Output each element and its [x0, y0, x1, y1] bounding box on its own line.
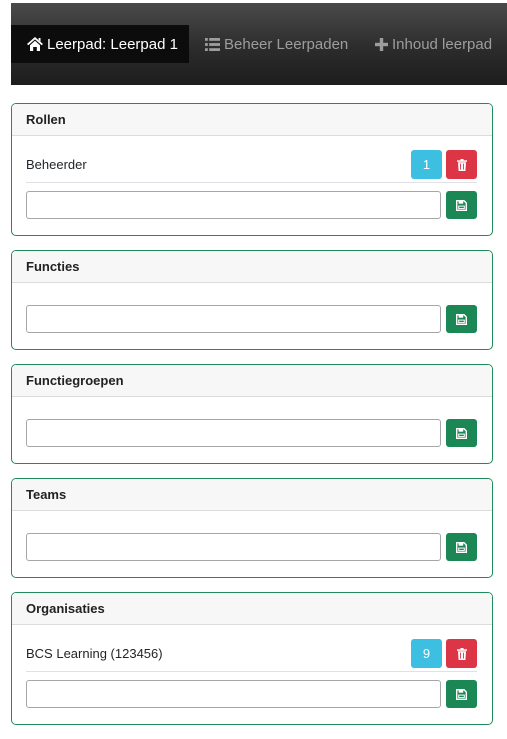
nav-tab-beheer-leerpaden[interactable]: Beheer Leerpaden [205, 25, 348, 63]
rollen-input[interactable] [26, 191, 441, 219]
teams-input[interactable] [26, 533, 441, 561]
panel-functiegroepen: Functiegroepen [11, 364, 493, 464]
plus-icon [375, 37, 388, 51]
save-icon [456, 541, 467, 553]
item-actions: 1 [411, 150, 477, 179]
add-row [26, 191, 477, 219]
panel-title: Rollen [26, 112, 66, 127]
add-row [26, 419, 477, 447]
save-teams-button[interactable] [446, 533, 477, 561]
item-label: Beheerder [26, 157, 87, 172]
save-functiegroepen-button[interactable] [446, 419, 477, 447]
save-rollen-button[interactable] [446, 191, 477, 219]
organisatie-count-button[interactable]: 9 [411, 639, 442, 668]
panel-heading: Functiegroepen [12, 365, 492, 397]
panel-heading: Functies [12, 251, 492, 283]
functies-input[interactable] [26, 305, 441, 333]
delete-organisatie-button[interactable] [446, 639, 477, 668]
nav-tab-label: Inhoud leerpad [392, 35, 493, 53]
item-label: BCS Learning (123456) [26, 646, 163, 661]
item-list [26, 297, 477, 305]
panel-body: BCS Learning (123456) 9 [12, 625, 492, 724]
save-functies-button[interactable] [446, 305, 477, 333]
panel-heading: Organisaties [12, 593, 492, 625]
panel-functies: Functies [11, 250, 493, 350]
panel-title: Functiegroepen [26, 373, 124, 388]
panel-body [12, 511, 492, 577]
list-icon [205, 37, 220, 51]
panel-heading: Rollen [12, 104, 492, 136]
settings-panels: Rollen Beheerder 1 Functies Functiegroep… [11, 103, 493, 739]
nav-tab-label: Beheer Leerpaden [224, 35, 349, 53]
save-icon [456, 199, 467, 211]
panel-body [12, 283, 492, 349]
panel-body: Beheerder 1 [12, 136, 492, 235]
panel-title: Functies [26, 259, 80, 274]
item-list [26, 411, 477, 419]
save-icon [456, 313, 467, 325]
save-icon [456, 427, 467, 439]
nav-tab-label: Leerpad: Leerpad 1 [47, 35, 178, 53]
nav-tab-inhoud-leerpad[interactable]: Inhoud leerpad [375, 25, 492, 63]
panel-title: Organisaties [26, 601, 105, 616]
trash-icon [456, 647, 467, 660]
home-icon [27, 37, 43, 51]
add-row [26, 305, 477, 333]
panel-body [12, 397, 492, 463]
item-list: BCS Learning (123456) 9 [26, 639, 477, 680]
list-item: Beheerder 1 [26, 150, 477, 183]
panel-heading: Teams [12, 479, 492, 511]
item-actions: 9 [411, 639, 477, 668]
rol-count-button[interactable]: 1 [411, 150, 442, 179]
save-organisaties-button[interactable] [446, 680, 477, 708]
panel-rollen: Rollen Beheerder 1 [11, 103, 493, 236]
panel-organisaties: Organisaties BCS Learning (123456) 9 [11, 592, 493, 725]
save-icon [456, 688, 467, 700]
item-list [26, 525, 477, 533]
trash-icon [456, 158, 467, 171]
panel-title: Teams [26, 487, 67, 502]
panel-teams: Teams [11, 478, 493, 578]
list-item: BCS Learning (123456) 9 [26, 639, 477, 672]
top-navbar: Leerpad: Leerpad 1 Beheer Leerpaden Inho… [11, 3, 507, 85]
organisaties-input[interactable] [26, 680, 441, 708]
delete-rol-button[interactable] [446, 150, 477, 179]
add-row [26, 680, 477, 708]
functiegroepen-input[interactable] [26, 419, 441, 447]
add-row [26, 533, 477, 561]
item-list: Beheerder 1 [26, 150, 477, 191]
nav-tab-leerpad[interactable]: Leerpad: Leerpad 1 [11, 25, 189, 63]
